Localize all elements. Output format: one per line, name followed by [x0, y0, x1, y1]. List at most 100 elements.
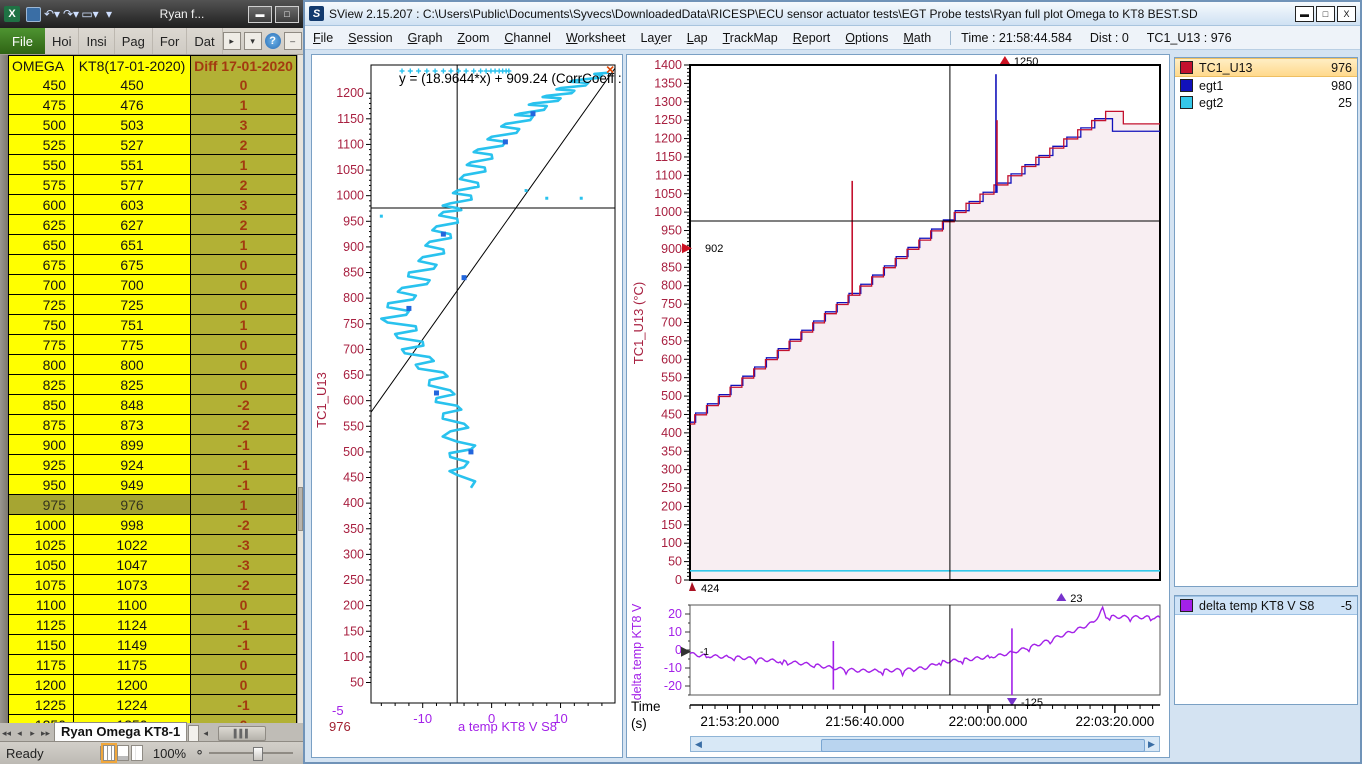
table-row[interactable]: 4504500: [8, 75, 297, 95]
menu-worksheet[interactable]: Worksheet: [566, 31, 626, 45]
column-header[interactable]: Diff 17-01-2020: [191, 55, 297, 76]
menu-layer[interactable]: Layer: [640, 31, 671, 45]
table-cell[interactable]: 675: [8, 255, 74, 275]
table-row[interactable]: 1000998-2: [8, 515, 297, 535]
table-row[interactable]: 117511750: [8, 655, 297, 675]
scrollbar-thumb[interactable]: [821, 739, 1145, 752]
table-row[interactable]: 8008000: [8, 355, 297, 375]
table-row[interactable]: 10751073-2: [8, 575, 297, 595]
tab-split-handle[interactable]: ▌▌▌: [218, 726, 266, 741]
paste-icon[interactable]: ▭▾: [81, 5, 99, 23]
table-header-row[interactable]: OMEGAKT8(17-01-2020)Diff 17-01-2020: [8, 55, 297, 75]
table-row[interactable]: 5255272: [8, 135, 297, 155]
sheet-nav-first-icon[interactable]: ◂◂: [0, 728, 13, 741]
table-cell[interactable]: 550: [8, 155, 74, 175]
table-cell[interactable]: 1100: [74, 595, 191, 615]
table-cell[interactable]: 500: [8, 115, 74, 135]
table-cell[interactable]: 750: [8, 315, 74, 335]
table-row[interactable]: 10501047-3: [8, 555, 297, 575]
table-cell[interactable]: 551: [74, 155, 191, 175]
sheet-nav-prev-icon[interactable]: ◂: [13, 728, 26, 741]
excel-minimize-button[interactable]: ▬: [248, 6, 272, 23]
table-cell[interactable]: 775: [74, 335, 191, 355]
table-cell[interactable]: 3: [191, 115, 297, 135]
table-cell[interactable]: -1: [191, 455, 297, 475]
table-cell[interactable]: 575: [8, 175, 74, 195]
table-cell[interactable]: 1200: [8, 675, 74, 695]
table-cell[interactable]: 848: [74, 395, 191, 415]
table-cell[interactable]: 1149: [74, 635, 191, 655]
scatter-plot-panel[interactable]: 5010015020025030035040045050055060065070…: [311, 54, 623, 758]
table-cell[interactable]: 1022: [74, 535, 191, 555]
view-layout-icon[interactable]: [117, 745, 129, 761]
table-cell[interactable]: 873: [74, 415, 191, 435]
ribbon-collapse-icon[interactable]: –: [284, 32, 302, 50]
table-cell[interactable]: 976: [74, 495, 191, 515]
table-cell[interactable]: 875: [8, 415, 74, 435]
table-row[interactable]: 11251124-1: [8, 615, 297, 635]
table-cell[interactable]: 0: [191, 715, 297, 723]
table-cell[interactable]: 800: [74, 355, 191, 375]
ribbon-tab-insi[interactable]: Insi: [79, 28, 114, 54]
table-cell[interactable]: -1: [191, 695, 297, 715]
table-cell[interactable]: 950: [8, 475, 74, 495]
legend-row-delta-temp-kt8-v-s8[interactable]: delta temp KT8 V S8-5: [1175, 596, 1357, 615]
scatter-plot[interactable]: 5010015020025030035040045050055060065070…: [312, 55, 622, 757]
excel-maximize-button[interactable]: □: [275, 6, 299, 23]
table-row[interactable]: 7507511: [8, 315, 297, 335]
sheet-nav-last-icon[interactable]: ▸▸: [39, 728, 52, 741]
legend-row-egt1[interactable]: egt1980: [1175, 77, 1357, 94]
menu-zoom[interactable]: Zoom: [457, 31, 489, 45]
excel-grid[interactable]: OMEGAKT8(17-01-2020)Diff 17-01-202045045…: [8, 55, 297, 723]
table-cell[interactable]: -1: [191, 475, 297, 495]
column-header[interactable]: OMEGA: [8, 55, 74, 76]
time-plot-panel[interactable]: 0501001502002503003504004505005506006507…: [626, 54, 1170, 758]
table-cell[interactable]: 751: [74, 315, 191, 335]
table-row[interactable]: 875873-2: [8, 415, 297, 435]
sheet-nav-next-icon[interactable]: ▸: [26, 728, 39, 741]
table-cell[interactable]: 603: [74, 195, 191, 215]
table-cell[interactable]: -2: [191, 515, 297, 535]
table-cell[interactable]: 503: [74, 115, 191, 135]
table-cell[interactable]: 900: [8, 435, 74, 455]
table-row[interactable]: 10251022-3: [8, 535, 297, 555]
table-cell[interactable]: 1175: [8, 655, 74, 675]
table-cell[interactable]: -1: [191, 635, 297, 655]
table-cell[interactable]: 0: [191, 375, 297, 395]
zoom-slider[interactable]: ⚬: [194, 745, 297, 761]
menu-session[interactable]: Session: [348, 31, 392, 45]
help-icon[interactable]: ?: [265, 33, 281, 49]
undo-icon[interactable]: ↶▾: [43, 5, 61, 23]
table-row[interactable]: 925924-1: [8, 455, 297, 475]
table-cell[interactable]: -1: [191, 615, 297, 635]
table-row[interactable]: 7757750: [8, 335, 297, 355]
table-cell[interactable]: 700: [74, 275, 191, 295]
table-cell[interactable]: 700: [8, 275, 74, 295]
table-cell[interactable]: 600: [8, 195, 74, 215]
scroll-right-icon[interactable]: ▶: [1144, 737, 1159, 751]
table-cell[interactable]: 1050: [8, 555, 74, 575]
table-row[interactable]: 7007000: [8, 275, 297, 295]
table-row[interactable]: 950949-1: [8, 475, 297, 495]
legend-row-egt2[interactable]: egt225: [1175, 94, 1357, 111]
table-cell[interactable]: 476: [74, 95, 191, 115]
table-cell[interactable]: 2: [191, 215, 297, 235]
table-cell[interactable]: 675: [74, 255, 191, 275]
ribbon-tab-for[interactable]: For: [153, 28, 188, 54]
table-cell[interactable]: 1073: [74, 575, 191, 595]
table-cell[interactable]: 0: [191, 275, 297, 295]
table-row[interactable]: 6756750: [8, 255, 297, 275]
menu-math[interactable]: Math: [903, 31, 931, 45]
table-row[interactable]: 900899-1: [8, 435, 297, 455]
main-legend-box[interactable]: TC1_U13976egt1980egt225: [1174, 57, 1358, 587]
delta-legend-box[interactable]: delta temp KT8 V S8-5: [1174, 595, 1358, 705]
table-cell[interactable]: 0: [191, 75, 297, 95]
tab-scroll-left-icon[interactable]: ◂: [199, 728, 212, 741]
table-cell[interactable]: 1: [191, 155, 297, 175]
table-cell[interactable]: 924: [74, 455, 191, 475]
table-cell[interactable]: 0: [191, 595, 297, 615]
table-cell[interactable]: 0: [191, 295, 297, 315]
table-row[interactable]: 120012000: [8, 675, 297, 695]
menu-graph[interactable]: Graph: [408, 31, 443, 45]
table-cell[interactable]: 527: [74, 135, 191, 155]
